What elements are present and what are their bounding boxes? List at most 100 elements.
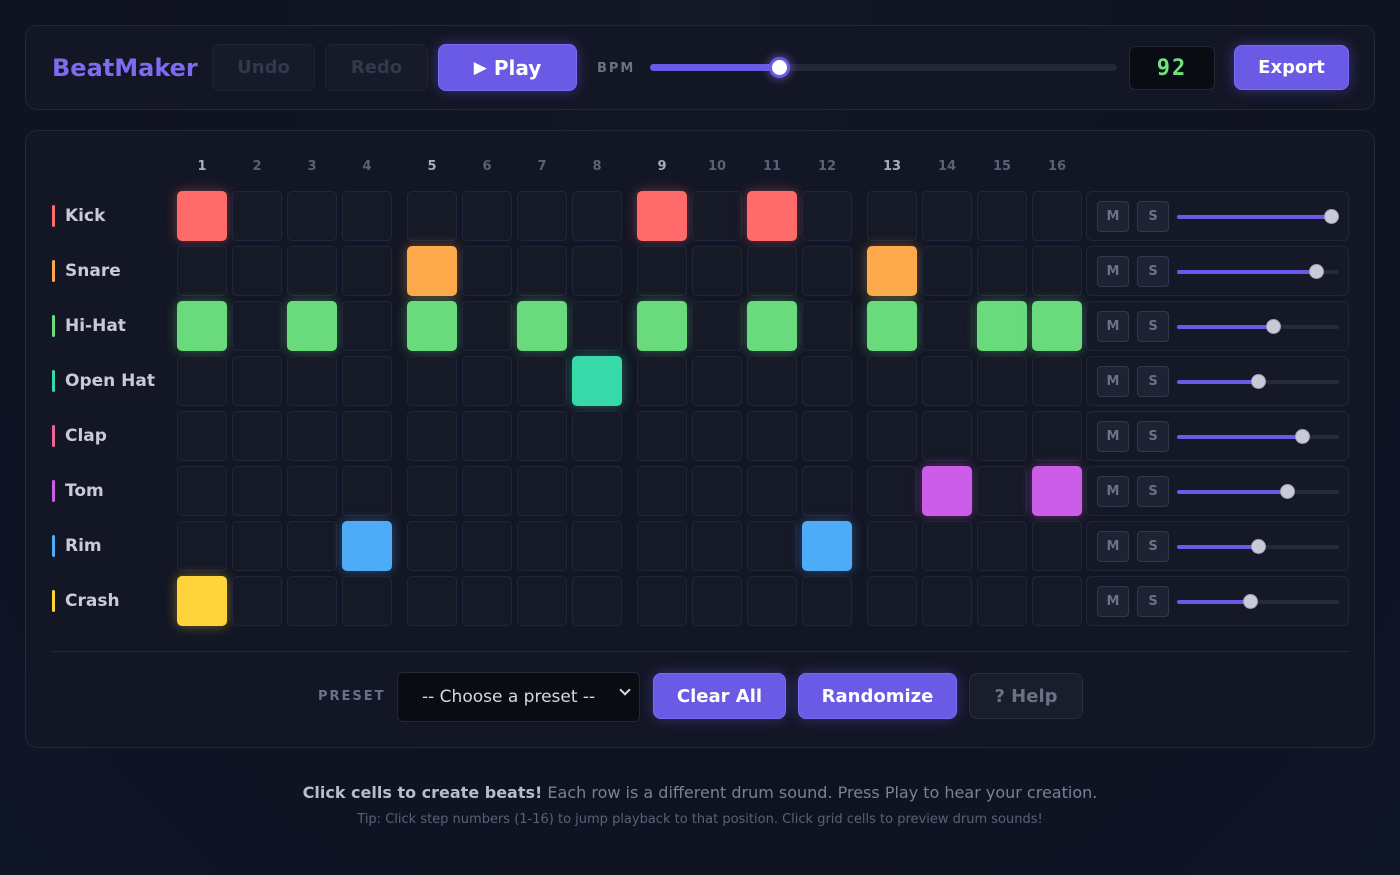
mute-button[interactable]: M [1097,421,1129,452]
step-cell-kick-14[interactable] [922,191,972,241]
step-cell-kick-4[interactable] [342,191,392,241]
step-cell-tom-13[interactable] [867,466,917,516]
step-cell-hi-hat-6[interactable] [462,301,512,351]
step-cell-snare-8[interactable] [572,246,622,296]
step-number-13[interactable]: 13 [867,159,917,174]
step-number-6[interactable]: 6 [462,159,512,174]
step-cell-open-hat-13[interactable] [867,356,917,406]
step-cell-tom-16[interactable] [1032,466,1082,516]
step-cell-snare-10[interactable] [692,246,742,296]
play-button[interactable]: ▶ Play [438,44,577,91]
randomize-button[interactable]: Randomize [798,673,957,719]
step-cell-hi-hat-10[interactable] [692,301,742,351]
step-cell-rim-4[interactable] [342,521,392,571]
step-cell-crash-10[interactable] [692,576,742,626]
step-cell-snare-7[interactable] [517,246,567,296]
step-cell-kick-3[interactable] [287,191,337,241]
volume-slider-handle[interactable] [1280,484,1296,499]
step-cell-open-hat-15[interactable] [977,356,1027,406]
step-cell-open-hat-1[interactable] [177,356,227,406]
step-cell-crash-4[interactable] [342,576,392,626]
step-cell-open-hat-12[interactable] [802,356,852,406]
step-cell-snare-2[interactable] [232,246,282,296]
step-number-12[interactable]: 12 [802,159,852,174]
step-cell-clap-5[interactable] [407,411,457,461]
step-cell-crash-8[interactable] [572,576,622,626]
volume-slider-handle[interactable] [1251,539,1266,554]
step-cell-open-hat-3[interactable] [287,356,337,406]
solo-button[interactable]: S [1137,366,1169,397]
volume-slider[interactable] [1177,319,1339,334]
step-cell-crash-5[interactable] [407,576,457,626]
mute-button[interactable]: M [1097,256,1129,287]
step-cell-kick-12[interactable] [802,191,852,241]
step-cell-hi-hat-2[interactable] [232,301,282,351]
step-cell-hi-hat-3[interactable] [287,301,337,351]
step-cell-snare-6[interactable] [462,246,512,296]
step-cell-open-hat-16[interactable] [1032,356,1082,406]
step-cell-tom-2[interactable] [232,466,282,516]
step-cell-clap-13[interactable] [867,411,917,461]
step-cell-snare-13[interactable] [867,246,917,296]
step-cell-crash-12[interactable] [802,576,852,626]
step-cell-rim-5[interactable] [407,521,457,571]
step-number-2[interactable]: 2 [232,159,282,174]
step-cell-snare-16[interactable] [1032,246,1082,296]
step-cell-open-hat-14[interactable] [922,356,972,406]
step-cell-rim-7[interactable] [517,521,567,571]
step-number-1[interactable]: 1 [177,159,227,174]
step-cell-open-hat-5[interactable] [407,356,457,406]
step-cell-rim-3[interactable] [287,521,337,571]
step-number-14[interactable]: 14 [922,159,972,174]
volume-slider-handle[interactable] [1294,429,1310,444]
volume-slider[interactable] [1177,429,1339,444]
step-cell-tom-10[interactable] [692,466,742,516]
step-cell-rim-16[interactable] [1032,521,1082,571]
volume-slider-handle[interactable] [1242,594,1258,609]
export-button[interactable]: Export [1234,45,1349,90]
step-cell-clap-6[interactable] [462,411,512,461]
step-cell-kick-10[interactable] [692,191,742,241]
step-number-16[interactable]: 16 [1032,159,1082,174]
step-cell-kick-16[interactable] [1032,191,1082,241]
step-cell-snare-1[interactable] [177,246,227,296]
mute-button[interactable]: M [1097,366,1129,397]
step-cell-open-hat-4[interactable] [342,356,392,406]
bpm-slider-handle[interactable] [769,57,791,78]
step-cell-hi-hat-7[interactable] [517,301,567,351]
step-cell-rim-6[interactable] [462,521,512,571]
volume-slider[interactable] [1177,484,1339,499]
step-cell-kick-11[interactable] [747,191,797,241]
step-cell-clap-1[interactable] [177,411,227,461]
volume-slider-handle[interactable] [1323,209,1339,224]
solo-button[interactable]: S [1137,586,1169,617]
step-cell-snare-5[interactable] [407,246,457,296]
step-cell-hi-hat-16[interactable] [1032,301,1082,351]
solo-button[interactable]: S [1137,201,1169,232]
step-cell-hi-hat-5[interactable] [407,301,457,351]
step-cell-tom-9[interactable] [637,466,687,516]
step-number-10[interactable]: 10 [692,159,742,174]
mute-button[interactable]: M [1097,586,1129,617]
help-button[interactable]: ? Help [969,673,1083,719]
step-cell-tom-6[interactable] [462,466,512,516]
step-cell-clap-10[interactable] [692,411,742,461]
step-cell-clap-14[interactable] [922,411,972,461]
step-number-11[interactable]: 11 [747,159,797,174]
step-cell-kick-6[interactable] [462,191,512,241]
step-cell-rim-9[interactable] [637,521,687,571]
step-cell-clap-12[interactable] [802,411,852,461]
step-number-9[interactable]: 9 [637,159,687,174]
mute-button[interactable]: M [1097,476,1129,507]
solo-button[interactable]: S [1137,531,1169,562]
step-cell-crash-15[interactable] [977,576,1027,626]
step-cell-clap-4[interactable] [342,411,392,461]
step-number-3[interactable]: 3 [287,159,337,174]
step-number-8[interactable]: 8 [572,159,622,174]
step-cell-tom-14[interactable] [922,466,972,516]
clear-all-button[interactable]: Clear All [653,673,786,719]
volume-slider[interactable] [1177,264,1339,279]
step-cell-hi-hat-9[interactable] [637,301,687,351]
step-cell-hi-hat-15[interactable] [977,301,1027,351]
step-cell-crash-13[interactable] [867,576,917,626]
